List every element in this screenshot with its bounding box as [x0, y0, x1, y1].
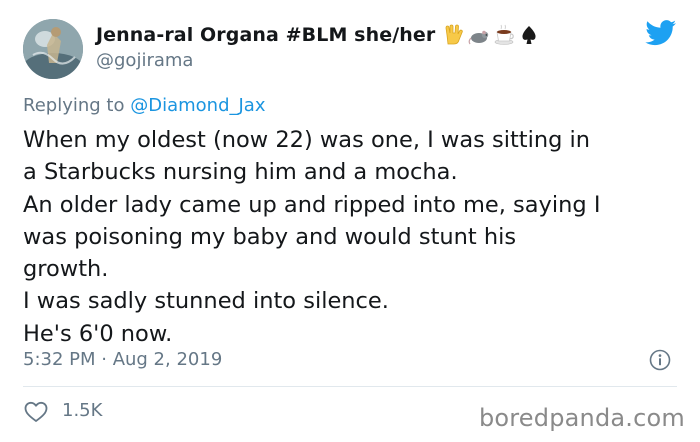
spade-icon: [518, 24, 540, 46]
reply-context: Replying to @Diamond_Jax: [23, 95, 265, 116]
tweet-body-line: was poisoning my baby and would stunt hi…: [23, 223, 517, 250]
coffee-icon: [493, 24, 515, 46]
tweet-body-line: a Starbucks nursing him and a mocha.: [23, 159, 458, 186]
twitter-bird-icon[interactable]: [645, 20, 677, 46]
tweet-body-line: growth.: [23, 256, 109, 283]
like-count: 1.5K: [62, 400, 103, 421]
author-display-name[interactable]: Jenna-ral Organa #BLM she/her: [96, 24, 435, 46]
tweet-body-line: An older lady came up and ripped into me…: [23, 191, 601, 218]
name-emoji-group: [443, 24, 540, 46]
tweet-timestamp[interactable]: 5:32 PM · Aug 2, 2019: [23, 349, 222, 370]
reply-mention-link[interactable]: @Diamond_Jax: [130, 95, 265, 116]
reply-prefix: Replying to: [23, 95, 125, 116]
author-handle[interactable]: @gojirama: [96, 50, 193, 71]
vulcan-salute-icon: [443, 24, 465, 46]
rat-icon: [468, 24, 490, 46]
heart-icon[interactable]: [24, 401, 48, 423]
tweet-card: Jenna-ral Organa #BLM she/her @gojirama …: [0, 0, 700, 442]
info-icon[interactable]: [649, 349, 671, 371]
tweet-body: When my oldest (now 22) was one, I was s…: [23, 124, 683, 350]
tweet-body-line: I was sadly stunned into silence.: [23, 288, 389, 315]
divider: [23, 386, 677, 387]
author-name-row: Jenna-ral Organa #BLM she/her: [96, 22, 540, 48]
watermark: boredpanda.com: [478, 404, 685, 432]
tweet-body-line: When my oldest (now 22) was one, I was s…: [23, 127, 591, 153]
avatar[interactable]: [23, 19, 83, 79]
tweet-body-line: He's 6'0 now.: [23, 320, 173, 347]
